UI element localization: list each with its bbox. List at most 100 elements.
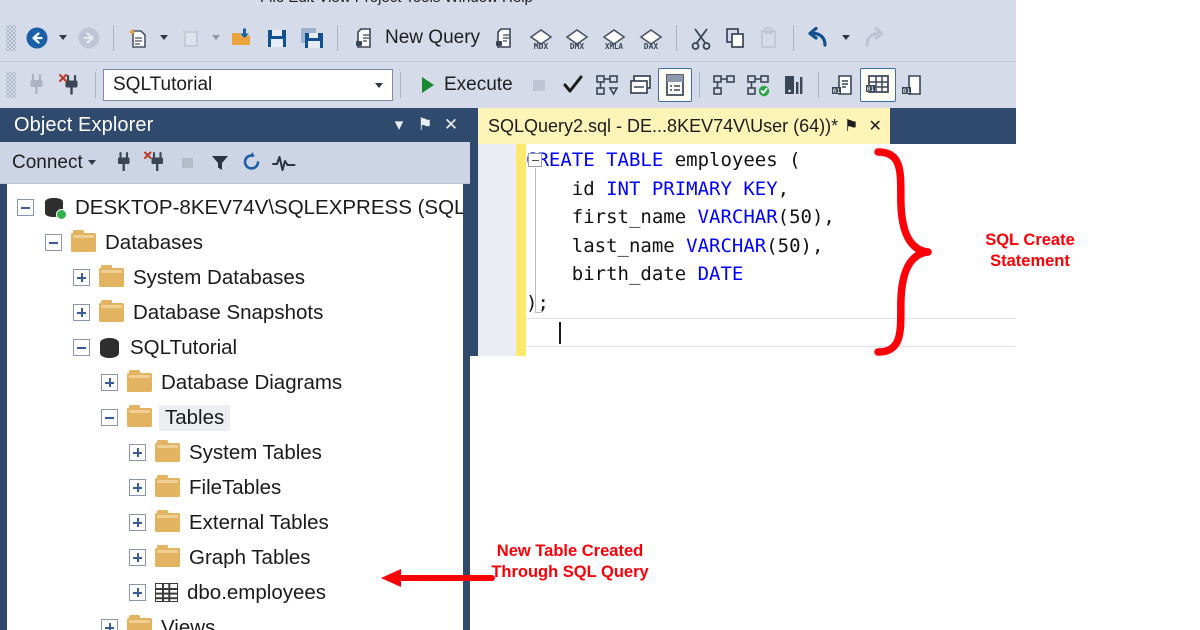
toolbar-separator [698,72,700,98]
stop-button[interactable] [522,68,556,102]
menu-bar[interactable]: File Edit View Project Tools Window Help [0,0,1016,14]
activity-monitor-icon[interactable] [268,149,300,177]
disconnect-plug-icon[interactable] [54,68,88,102]
parse-button[interactable] [556,68,590,102]
navigate-back-dropdown[interactable] [59,35,67,40]
filter-funnel-icon[interactable] [204,149,236,177]
chevron-down-icon[interactable] [87,160,96,165]
connect-dropdown-button[interactable]: Connect [12,152,101,174]
new-mdx-query-button[interactable]: MDX [523,21,559,55]
sql-keyword: CREATE TABLE [526,149,675,171]
code-line: id INT PRIMARY KEY, [526,175,1016,204]
object-explorer-dropdown-icon[interactable]: ▾ [386,115,412,135]
annotation-new-table-created: New Table Created Through SQL Query [491,542,649,581]
expand-plus-icon[interactable] [73,304,90,321]
intellisense-enabled-button[interactable] [657,68,692,102]
tree-item[interactable]: External Tables [7,505,463,540]
include-client-statistics-button[interactable] [777,68,811,102]
expand-plus-icon[interactable] [129,479,146,496]
toolbar-grip[interactable] [6,24,16,51]
display-estimated-execution-plan-button[interactable] [590,68,624,102]
new-xmla-query-button[interactable]: XMLA [595,21,633,55]
editor-tab-pin-icon[interactable]: ⚑ [840,116,862,136]
code-fold-toggle[interactable] [528,153,542,167]
tree-item[interactable]: FileTables [7,470,463,505]
results-to-file-button[interactable]: 01 [896,68,930,102]
include-actual-execution-plan-button[interactable] [707,68,741,102]
toolbar-separator [113,24,114,51]
tree-item[interactable]: Database Snapshots [7,295,463,330]
paste-button[interactable] [752,21,786,55]
tree-item[interactable]: Tables [7,400,463,435]
include-live-query-statistics-button[interactable] [741,68,777,102]
cut-button[interactable] [684,21,718,55]
save-button[interactable] [260,21,294,55]
undo-dropdown[interactable] [842,35,851,40]
object-explorer-pin-icon[interactable]: ⚑ [412,115,438,135]
new-dax-query-button[interactable]: DAX [633,21,669,55]
tree-item[interactable]: DESKTOP-8KEV74V\SQLEXPRESS (SQL S [7,190,463,225]
database-selector[interactable]: SQLTutorial [103,69,393,101]
object-explorer-tree[interactable]: DESKTOP-8KEV74V\SQLEXPRESS (SQL S Databas… [0,184,470,630]
expand-plus-icon[interactable] [101,619,118,630]
collapse-minus-icon[interactable] [101,409,118,426]
folder-icon [99,300,124,322]
folder-icon [127,370,152,392]
sql-text: birth_date [526,263,698,286]
tree-item[interactable]: SQLTutorial [7,330,463,365]
editor-tab-title: SQLQuery2.sql - DE...8KEV74V\User (64))* [488,115,839,136]
editor-tab-close-icon[interactable]: ✕ [864,116,886,136]
save-all-button[interactable] [294,21,330,55]
database-selector-value: SQLTutorial [113,74,213,95]
editor-body[interactable]: CREATE TABLE employees ( id INT PRIMARY … [478,144,1016,356]
open-file-button[interactable] [225,21,260,55]
navigate-back-button[interactable] [20,21,54,55]
expand-plus-icon[interactable] [101,374,118,391]
new-query-button[interactable]: New Query [345,21,489,55]
new-dmx-query-button[interactable]: DMX [559,21,595,55]
toolbar-separator [400,72,401,98]
tree-item-label: Databases [105,230,204,254]
tree-item[interactable]: Databases [7,225,463,260]
editor-tab-sqlquery2[interactable]: SQLQuery2.sql - DE...8KEV74V\User (64))*… [478,108,891,144]
toolbar-separator [793,24,795,51]
disconnect-plug-icon[interactable] [140,149,172,177]
expand-plus-icon[interactable] [73,269,90,286]
execute-label: Execute [444,74,513,95]
new-project-button[interactable] [121,21,155,55]
tree-item[interactable]: dbo.employees [7,575,463,610]
navigate-forward-button[interactable] [72,21,106,55]
toolbar-separator [95,72,96,98]
collapse-minus-icon[interactable] [73,339,90,356]
tree-item[interactable]: System Databases [7,260,463,295]
new-query-with-current-connection-button[interactable] [489,21,523,55]
stop-square-icon[interactable] [172,149,204,177]
new-item-button[interactable] [173,21,207,55]
refresh-icon[interactable] [236,149,268,177]
results-to-grid-button[interactable]: 01 [859,68,896,102]
query-options-button[interactable] [624,68,658,102]
expand-plus-icon[interactable] [129,584,146,601]
tree-item[interactable]: Graph Tables [7,540,463,575]
toolbar-grip[interactable] [6,72,16,98]
redo-button[interactable] [855,21,891,55]
chevron-down-icon[interactable] [375,82,383,88]
results-to-text-button[interactable]: 01 [826,68,860,102]
copy-button[interactable] [718,21,752,55]
undo-button[interactable] [801,21,837,55]
expand-plus-icon[interactable] [129,549,146,566]
collapse-minus-icon[interactable] [17,199,34,216]
execute-button[interactable]: Execute [408,68,522,102]
tree-item[interactable]: System Tables [7,435,463,470]
collapse-minus-icon[interactable] [45,234,62,251]
connect-plug-icon[interactable] [108,149,140,177]
object-explorer-close-icon[interactable]: ✕ [438,115,464,135]
connect-plug-icon[interactable] [20,68,54,102]
tree-item[interactable]: Database Diagrams [7,365,463,400]
tree-item[interactable]: Views [7,610,463,630]
new-item-dropdown[interactable] [212,35,220,40]
svg-text:01: 01 [866,85,874,93]
expand-plus-icon[interactable] [129,444,146,461]
new-project-dropdown[interactable] [160,35,168,40]
expand-plus-icon[interactable] [129,514,146,531]
